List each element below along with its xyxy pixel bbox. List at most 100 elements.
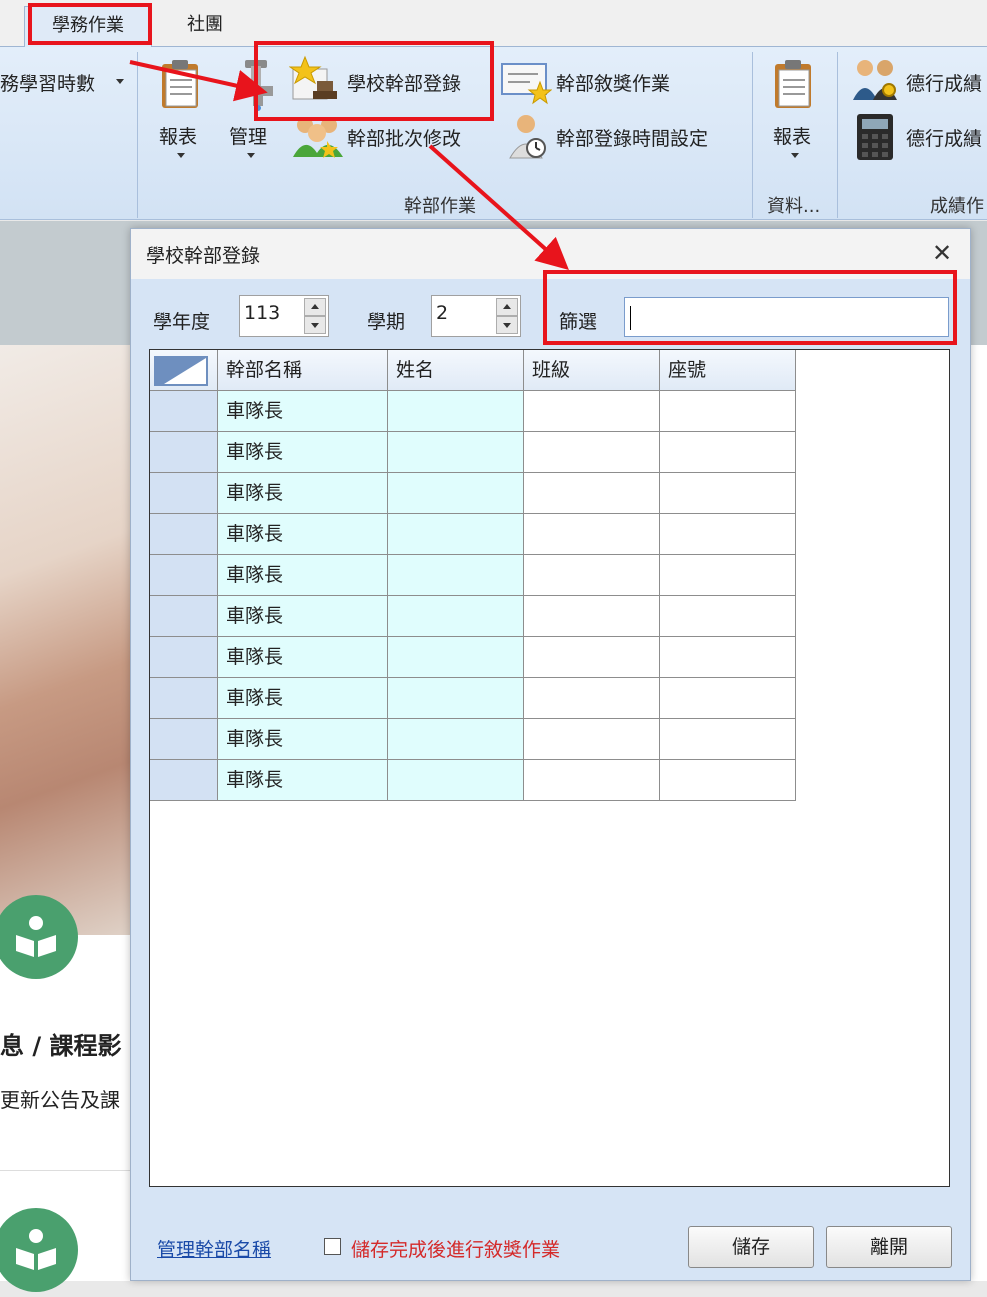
semester-label: 學期 — [367, 311, 406, 333]
grid-cell[interactable]: 車隊長 — [218, 391, 388, 432]
spin-down-icon[interactable] — [304, 316, 326, 334]
grid-cell[interactable] — [524, 719, 660, 760]
row-header[interactable] — [150, 432, 218, 473]
group-label-data: 資料... — [767, 196, 821, 217]
save-button[interactable]: 儲存 — [688, 1226, 814, 1268]
group-divider — [137, 52, 138, 218]
school-year-label: 學年度 — [153, 311, 211, 333]
grid-cell[interactable] — [660, 719, 796, 760]
chevron-down-icon — [247, 153, 255, 158]
row-header[interactable] — [150, 760, 218, 801]
grid-cell[interactable] — [524, 432, 660, 473]
row-header[interactable] — [150, 391, 218, 432]
grid-cell[interactable] — [524, 391, 660, 432]
column-header[interactable]: 座號 — [660, 350, 796, 391]
grid-cell[interactable] — [660, 432, 796, 473]
column-header[interactable]: 幹部名稱 — [218, 350, 388, 391]
report-button-label[interactable]: 報表 — [159, 122, 197, 149]
grid-cell[interactable]: 車隊長 — [218, 514, 388, 555]
grid-cell[interactable] — [388, 432, 524, 473]
award-after-save-label[interactable]: 儲存完成後進行敘獎作業 — [351, 1235, 560, 1262]
service-learning-hours-button[interactable]: 務學習時數 — [0, 69, 95, 96]
divider — [0, 1170, 130, 1171]
grid-cell[interactable]: 車隊長 — [218, 473, 388, 514]
grid-cell[interactable] — [388, 391, 524, 432]
group-label-cadre: 幹部作業 — [404, 196, 476, 217]
grid-cell[interactable] — [388, 719, 524, 760]
cadre-register-time-button[interactable]: 幹部登錄時間設定 — [556, 124, 708, 151]
grid-cell[interactable] — [524, 473, 660, 514]
cadre-award-button[interactable]: 幹部敘獎作業 — [556, 69, 670, 96]
grid-cell[interactable]: 車隊長 — [218, 678, 388, 719]
grid-cell[interactable] — [660, 473, 796, 514]
grid-cell[interactable] — [388, 514, 524, 555]
school-cadre-register-dialog: 學校幹部登錄 ✕ 學年度 113 學期 2 篩選 幹部名稱 姓名 班級 座號 車隊長 車隊… — [130, 228, 971, 1281]
manage-button-label[interactable]: 管理 — [229, 122, 267, 149]
close-icon[interactable]: ✕ — [928, 239, 956, 267]
grid-cell[interactable] — [388, 637, 524, 678]
semester-stepper[interactable]: 2 — [431, 295, 521, 337]
calculator-icon[interactable] — [855, 112, 895, 167]
group-divider — [837, 52, 838, 218]
tab-club[interactable]: 社團 — [160, 6, 250, 47]
grid-cell[interactable]: 車隊長 — [218, 760, 388, 801]
grid-cell[interactable] — [524, 637, 660, 678]
grid-cell[interactable] — [524, 555, 660, 596]
grid-cell[interactable]: 車隊長 — [218, 555, 388, 596]
clipboard-report-icon[interactable] — [158, 58, 206, 115]
exit-button[interactable]: 離開 — [826, 1226, 952, 1268]
certificate-star-icon[interactable] — [500, 62, 553, 111]
row-header[interactable] — [150, 678, 218, 719]
grid-cell[interactable] — [660, 596, 796, 637]
grid-cell[interactable] — [660, 391, 796, 432]
conduct-grade-button-1[interactable]: 德行成績 — [906, 69, 982, 96]
row-header[interactable] — [150, 637, 218, 678]
row-header[interactable] — [150, 555, 218, 596]
row-header[interactable] — [150, 473, 218, 514]
spin-up-icon[interactable] — [304, 298, 326, 316]
grid-select-all-corner[interactable] — [150, 350, 218, 391]
spin-down-icon[interactable] — [496, 316, 518, 334]
row-header[interactable] — [150, 719, 218, 760]
row-header[interactable] — [150, 596, 218, 637]
book-reader-icon — [0, 1208, 78, 1292]
grid-cell[interactable] — [660, 678, 796, 719]
conduct-grade-button-2[interactable]: 德行成績 — [906, 124, 982, 151]
clipboard-report-icon[interactable] — [771, 58, 819, 115]
grid-cell[interactable] — [388, 678, 524, 719]
manage-cadre-names-link[interactable]: 管理幹部名稱 — [157, 1235, 271, 1262]
award-after-save-checkbox[interactable] — [324, 1238, 341, 1255]
school-year-stepper[interactable]: 113 — [239, 295, 329, 337]
person-clock-icon[interactable] — [506, 112, 550, 165]
data-report-button-label[interactable]: 報表 — [773, 122, 811, 149]
grid-cell[interactable]: 車隊長 — [218, 432, 388, 473]
grid-cell[interactable] — [524, 514, 660, 555]
grid-cell[interactable]: 車隊長 — [218, 719, 388, 760]
spin-up-icon[interactable] — [496, 298, 518, 316]
grid-cell[interactable] — [524, 596, 660, 637]
chevron-down-icon — [177, 153, 185, 158]
grid-cell[interactable] — [388, 473, 524, 514]
column-header[interactable]: 班級 — [524, 350, 660, 391]
semester-value[interactable]: 2 — [436, 302, 448, 324]
grid-cell[interactable] — [660, 555, 796, 596]
row-header[interactable] — [150, 514, 218, 555]
grid-cell[interactable]: 車隊長 — [218, 637, 388, 678]
annotation-box-filter — [543, 270, 957, 345]
grid-cell[interactable] — [660, 637, 796, 678]
group-divider — [752, 52, 753, 218]
grid-cell[interactable]: 車隊長 — [218, 596, 388, 637]
grid-cell[interactable] — [524, 678, 660, 719]
grid-cell[interactable] — [388, 760, 524, 801]
grid-cell[interactable] — [660, 514, 796, 555]
grid-cell[interactable] — [660, 760, 796, 801]
grid-cell[interactable] — [524, 760, 660, 801]
grid-cell[interactable] — [388, 596, 524, 637]
column-header[interactable]: 姓名 — [388, 350, 524, 391]
annotation-box-register-button — [254, 41, 494, 121]
cadre-batch-edit-button[interactable]: 幹部批次修改 — [347, 124, 461, 151]
cadre-grid[interactable]: 幹部名稱 姓名 班級 座號 車隊長 車隊長 車隊長 車隊長 車隊長 車隊長 車隊長 車隊長 車隊長 車隊長 — [149, 349, 950, 1187]
grid-cell[interactable] — [388, 555, 524, 596]
people-gears-icon[interactable] — [851, 56, 899, 109]
school-year-value[interactable]: 113 — [244, 302, 280, 324]
